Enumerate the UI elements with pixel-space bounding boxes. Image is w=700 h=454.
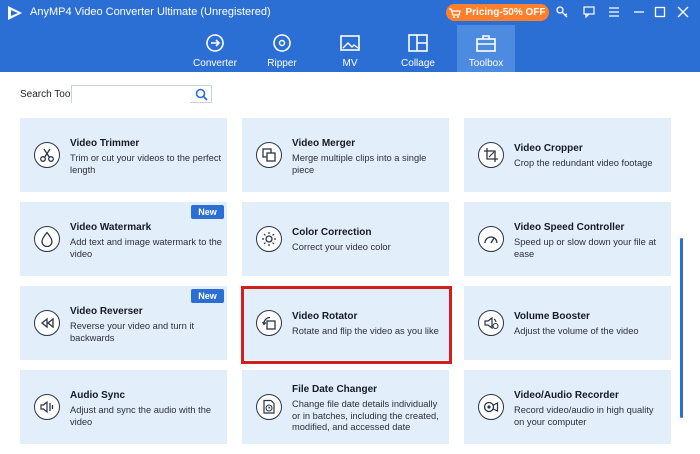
tool-title: Color Correction (292, 227, 372, 238)
tool-card-audio-sync[interactable]: Audio Sync Adjust and sync the audio wit… (20, 370, 227, 444)
tool-card-video-watermark[interactable]: Video Watermark Add text and image water… (20, 202, 227, 276)
maximize-button[interactable] (651, 3, 669, 21)
chat-icon (583, 6, 595, 18)
tool-card-video-audio-recorder[interactable]: Video/Audio Recorder Record video/audio … (464, 370, 671, 444)
tool-title: Audio Sync (70, 390, 126, 401)
new-badge: New (191, 205, 224, 219)
mv-image-icon (340, 35, 360, 51)
app-logo-icon (8, 6, 22, 20)
tab-collage[interactable]: Collage (389, 25, 447, 72)
audio-sync-icon (34, 394, 60, 420)
tool-card-video-cropper[interactable]: Video Cropper Crop the redundant video f… (464, 118, 671, 192)
tool-card-video-trimmer[interactable]: Video Trimmer Trim or cut your videos to… (20, 118, 227, 192)
tool-title: Volume Booster (514, 311, 590, 322)
converter-icon (206, 34, 224, 52)
tab-converter[interactable]: Converter (186, 25, 244, 72)
toolbox-icon (476, 35, 496, 52)
tool-title: Video/Audio Recorder (514, 390, 619, 401)
scissors-icon (34, 142, 60, 168)
tab-ripper-label: Ripper (267, 58, 297, 69)
tool-description: Rotate and flip the video as you like (292, 326, 439, 336)
pricing-label: Pricing-50% OFF (465, 7, 546, 18)
tab-mv[interactable]: MV (321, 25, 379, 72)
tool-title: Video Trimmer (70, 138, 140, 149)
tool-card-video-speed-controller[interactable]: Video Speed Controller Speed up or slow … (464, 202, 671, 276)
tab-toolbox-label: Toolbox (468, 58, 504, 69)
new-badge: New (191, 289, 224, 303)
tab-mv-label: MV (342, 58, 358, 69)
tab-converter-label: Converter (193, 58, 237, 69)
clock-file-icon (256, 394, 282, 420)
vertical-scrollbar[interactable] (680, 238, 683, 418)
tool-card-video-reverser[interactable]: Video Reverser Reverse your video and tu… (20, 286, 227, 360)
tool-card-file-date-changer[interactable]: File Date Changer Change file date detai… (242, 370, 449, 444)
tool-title: Video Reverser (70, 306, 143, 317)
speedometer-icon (478, 226, 504, 252)
tool-description: Speed up or slow down your file at ease (514, 237, 657, 259)
rotate-icon (256, 310, 282, 336)
maximize-icon (654, 6, 666, 18)
key-icon (556, 6, 568, 18)
search-input[interactable] (72, 88, 190, 105)
menu-button[interactable] (605, 3, 623, 21)
tool-title: Video Rotator (292, 311, 358, 322)
tool-description: Add text and image watermark to the vide… (70, 237, 222, 259)
search-box (71, 85, 212, 105)
merge-icon (256, 142, 282, 168)
collage-icon (408, 34, 428, 52)
tool-description: Record video/audio in high quality on yo… (514, 405, 654, 427)
feedback-button[interactable] (580, 3, 598, 21)
minimize-button[interactable] (630, 3, 648, 21)
tool-description: Adjust the volume of the video (514, 326, 639, 336)
tool-description: Merge multiple clips into a single piece (292, 153, 427, 175)
tool-title: File Date Changer (292, 384, 378, 395)
tool-description: Crop the redundant video footage (514, 158, 653, 168)
cart-icon (449, 7, 462, 18)
disc-icon (273, 34, 291, 52)
tool-title: Video Merger (292, 138, 356, 149)
tool-title: Video Cropper (514, 143, 583, 154)
tab-toolbox[interactable]: Toolbox (457, 25, 515, 72)
drop-icon (34, 226, 60, 252)
key-button[interactable] (553, 3, 571, 21)
tool-title: Video Watermark (70, 222, 152, 233)
tool-card-color-correction[interactable]: Color Correction Correct your video colo… (242, 202, 449, 276)
tool-description: Reverse your video and turn it backwards (70, 321, 195, 343)
tool-description: Change file date details individually or… (292, 399, 439, 433)
tool-card-volume-booster[interactable]: Volume Booster Adjust the volume of the … (464, 286, 671, 360)
tool-description: Adjust and sync the audio with the video (70, 405, 212, 427)
close-button[interactable] (674, 3, 692, 21)
tool-description: Correct your video color (292, 242, 391, 252)
search-icon[interactable] (195, 88, 208, 101)
tool-title: Video Speed Controller (514, 222, 625, 233)
rewind-icon (34, 310, 60, 336)
volume-icon (478, 310, 504, 336)
app-title: AnyMP4 Video Converter Ultimate (Unregis… (30, 6, 271, 18)
minimize-icon (634, 11, 644, 13)
tool-description: Trim or cut your videos to the perfect l… (70, 153, 222, 175)
close-icon (677, 6, 689, 18)
pricing-button[interactable]: Pricing-50% OFF (446, 4, 549, 21)
sun-icon (256, 226, 282, 252)
tool-card-video-merger[interactable]: Video Merger Merge multiple clips into a… (242, 118, 449, 192)
hamburger-icon (609, 7, 619, 17)
search-label: Search Tool: (20, 89, 76, 100)
recorder-icon (478, 394, 504, 420)
tab-collage-label: Collage (401, 58, 435, 69)
crop-icon (478, 142, 504, 168)
tab-ripper[interactable]: Ripper (253, 25, 311, 72)
tool-card-video-rotator[interactable]: Video Rotator Rotate and flip the video … (242, 286, 449, 360)
title-bar: AnyMP4 Video Converter Ultimate (Unregis… (0, 0, 700, 72)
